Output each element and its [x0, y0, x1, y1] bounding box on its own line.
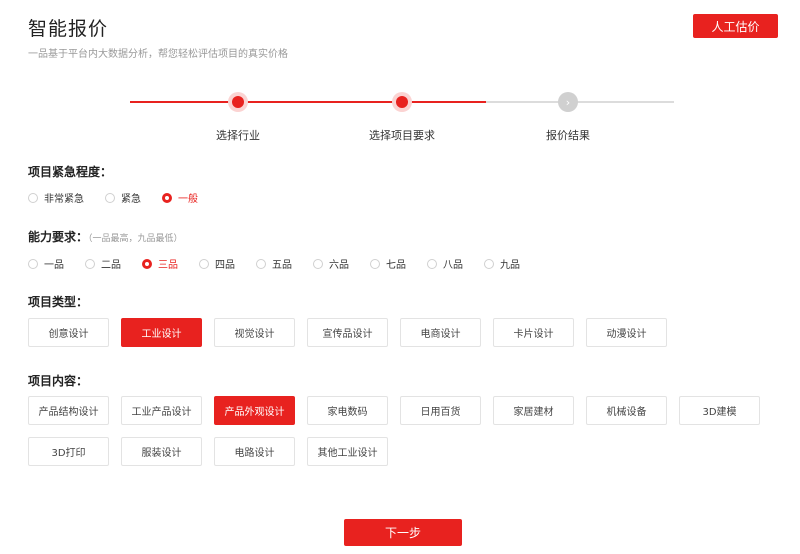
ability-radio-6[interactable]: 六品 [313, 256, 349, 271]
project-type-chip[interactable]: 卡片设计 [493, 318, 574, 347]
ability-radio-5[interactable]: 五品 [256, 256, 292, 271]
urgency-radio-2[interactable]: 紧急 [105, 190, 141, 205]
radio-circle-icon [370, 258, 380, 269]
step-line-pending [486, 101, 674, 103]
urgency-radio-label: 紧急 [121, 194, 141, 205]
manual-quote-button[interactable]: 人工估价 [693, 14, 778, 38]
radio-circle-icon [142, 258, 152, 269]
ability-radio-8[interactable]: 八品 [427, 256, 463, 271]
project-type-chip[interactable]: 宣传品设计 [307, 318, 388, 347]
step-line-complete [130, 101, 486, 103]
step-3-label: 报价结果 [546, 129, 590, 142]
step-1-label: 选择行业 [216, 129, 260, 142]
radio-circle-icon [427, 258, 437, 269]
project-content-chip[interactable]: 产品结构设计 [28, 396, 109, 425]
project-content-chip[interactable]: 工业产品设计 [121, 396, 202, 425]
ability-radio-9[interactable]: 九品 [484, 256, 520, 271]
radio-circle-icon [162, 192, 172, 203]
ability-title-text: 能力要求： [28, 230, 89, 244]
project-content-chip[interactable]: 家居建材 [493, 396, 574, 425]
project-content-chip[interactable]: 家电数码 [307, 396, 388, 425]
step-2-dot [392, 92, 412, 112]
ability-radio-1[interactable]: 一品 [28, 256, 64, 271]
project-type-chip[interactable]: 工业设计 [121, 318, 202, 347]
ability-radio-4[interactable]: 四品 [199, 256, 235, 271]
project-content-options-row2: 3D打印 服装设计 电路设计 其他工业设计 [28, 437, 400, 466]
ability-radio-label: 六品 [329, 260, 349, 271]
radio-circle-icon [85, 258, 95, 269]
project-type-options: 创意设计 工业设计 视觉设计 宣传品设计 电商设计 卡片设计 动漫设计 [28, 318, 679, 347]
project-content-title: 项目内容： [28, 374, 89, 388]
radio-circle-icon [199, 258, 209, 269]
project-content-chip[interactable]: 其他工业设计 [307, 437, 388, 466]
urgency-radio-3[interactable]: 一般 [162, 190, 198, 205]
project-type-chip[interactable]: 动漫设计 [586, 318, 667, 347]
urgency-radio-1[interactable]: 非常紧急 [28, 190, 84, 205]
ability-radio-label: 三品 [158, 260, 178, 271]
ability-radio-label: 七品 [386, 260, 406, 271]
project-content-options-row1: 产品结构设计 工业产品设计 产品外观设计 家电数码 日用百货 家居建材 机械设备 3D建模 [28, 396, 772, 425]
ability-radio-7[interactable]: 七品 [370, 256, 406, 271]
radio-circle-icon [313, 258, 323, 269]
progress-steps: › 选择行业 选择项目要求 报价结果 [0, 80, 800, 150]
radio-circle-icon [484, 258, 494, 269]
step-2-label: 选择项目要求 [369, 129, 435, 142]
project-content-chip[interactable]: 3D打印 [28, 437, 109, 466]
project-content-chip[interactable]: 电路设计 [214, 437, 295, 466]
chevron-right-icon: › [558, 92, 578, 112]
project-content-chip[interactable]: 机械设备 [586, 396, 667, 425]
urgency-radio-label: 一般 [178, 194, 198, 205]
project-content-chip[interactable]: 服装设计 [121, 437, 202, 466]
page-subtitle: 一品基于平台内大数据分析，帮您轻松评估项目的真实价格 [28, 49, 288, 60]
project-content-chip[interactable]: 产品外观设计 [214, 396, 295, 425]
step-1-dot [228, 92, 248, 112]
ability-radio-label: 二品 [101, 260, 121, 271]
project-type-chip[interactable]: 创意设计 [28, 318, 109, 347]
page-title: 智能报价 [28, 18, 109, 40]
project-type-chip[interactable]: 电商设计 [400, 318, 481, 347]
ability-radio-3[interactable]: 三品 [142, 256, 178, 271]
ability-radio-label: 九品 [500, 260, 520, 271]
ability-title: 能力要求：（一品最高，九品最低） [28, 228, 183, 245]
ability-radio-label: 八品 [443, 260, 463, 271]
ability-options: 一品 二品 三品 四品 五品 六品 七品 八品 九品 [28, 256, 541, 271]
project-type-title: 项目类型： [28, 295, 89, 309]
radio-circle-icon [28, 192, 38, 203]
project-content-chip[interactable]: 3D建模 [679, 396, 760, 425]
ability-note: （一品最高，九品最低） [88, 234, 183, 244]
ability-radio-label: 五品 [272, 260, 292, 271]
project-type-chip[interactable]: 视觉设计 [214, 318, 295, 347]
ability-radio-label: 四品 [215, 260, 235, 271]
urgency-radio-label: 非常紧急 [44, 194, 84, 205]
urgency-options: 非常紧急 紧急 一般 [28, 190, 219, 205]
radio-circle-icon [28, 258, 38, 269]
radio-circle-icon [256, 258, 266, 269]
ability-radio-label: 一品 [44, 260, 64, 271]
next-step-button[interactable]: 下一步 [344, 519, 462, 546]
radio-circle-icon [105, 192, 115, 203]
ability-radio-2[interactable]: 二品 [85, 256, 121, 271]
project-content-chip[interactable]: 日用百货 [400, 396, 481, 425]
urgency-title: 项目紧急程度： [28, 165, 113, 179]
